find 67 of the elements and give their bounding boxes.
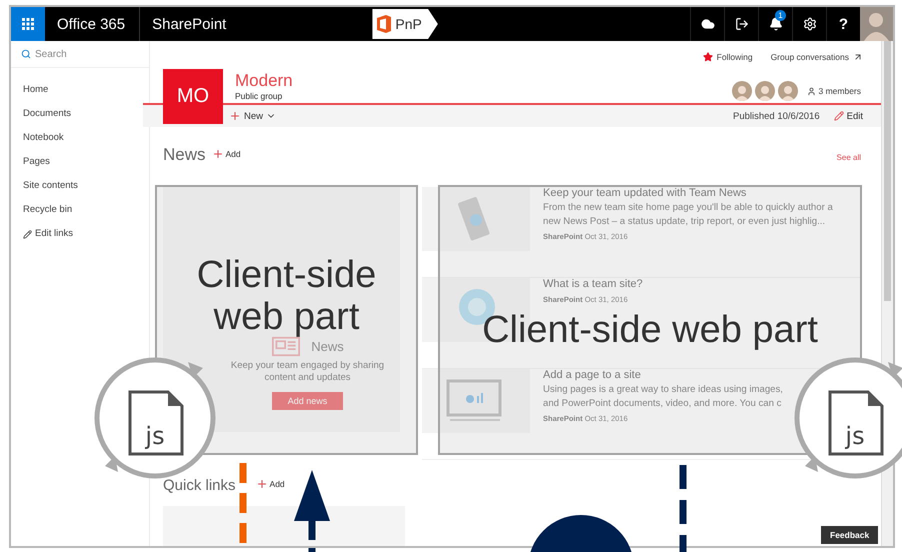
nav-link[interactable]: Site contents <box>23 179 137 193</box>
placeholder-text: Keep your team engaged by sharing content and updates <box>230 360 386 384</box>
see-all-link[interactable]: See all <box>836 153 861 162</box>
nav-link[interactable]: Recycle bin <box>23 203 137 217</box>
following-link[interactable]: Following <box>702 51 753 64</box>
plus-icon <box>229 110 241 122</box>
settings-icon <box>802 17 816 31</box>
section-title: Quick links <box>163 477 236 494</box>
news-title[interactable]: What is a team site? <box>543 278 643 290</box>
nav-link[interactable]: Documents <box>23 107 137 121</box>
app-launcher-button[interactable] <box>11 7 45 41</box>
site-logo: MO <box>163 69 223 124</box>
file-label: js <box>145 422 165 450</box>
quick-link-card[interactable] <box>163 506 405 546</box>
add-button[interactable]: Add <box>212 148 241 160</box>
nav-link[interactable]: Home <box>23 83 137 97</box>
member-avatar[interactable] <box>755 81 776 102</box>
plus-icon <box>256 478 268 490</box>
published-date: Published 10/6/2016 <box>732 110 820 122</box>
external-link-icon <box>853 52 863 62</box>
placeholder-title: News <box>311 339 344 354</box>
site-subtitle: Public group <box>235 91 284 102</box>
waffle-icon <box>22 18 34 30</box>
member-avatar[interactable] <box>732 81 752 102</box>
add-button[interactable]: Add <box>256 478 285 490</box>
news-description: new News Post – a status update, trip report, or even just highlig... <box>543 216 826 227</box>
site-title: Modern <box>235 71 293 92</box>
news-description: Using pages is a great way to share ideas using images, <box>543 384 783 395</box>
file-icon <box>828 390 884 456</box>
section-title: News <box>163 145 206 165</box>
pencil-icon <box>23 230 32 238</box>
nav-link[interactable]: Notebook <box>23 131 137 145</box>
logo-text: PnP <box>395 16 422 32</box>
member-avatar[interactable] <box>778 81 798 102</box>
person-icon <box>807 86 816 96</box>
search-icon <box>21 49 31 59</box>
nav-link[interactable]: Edit links <box>23 227 137 241</box>
conversations-link[interactable]: Group conversations <box>770 51 863 64</box>
bell-icon <box>768 17 782 31</box>
new-button[interactable]: New <box>229 110 276 122</box>
notification-count: 1 <box>775 10 786 21</box>
news-thumbnail[interactable] <box>422 187 530 251</box>
nav-link[interactable]: Pages <box>23 155 137 169</box>
cloud-icon <box>700 17 714 31</box>
star-icon <box>702 52 713 62</box>
app-name[interactable]: Office 365 <box>45 16 140 32</box>
file-icon <box>128 390 184 456</box>
scrollbar-thumb[interactable] <box>884 41 891 301</box>
product-name[interactable]: SharePoint <box>140 16 240 32</box>
exit-icon <box>734 17 748 31</box>
edit-button[interactable]: Edit <box>834 110 863 122</box>
file-label: js <box>845 422 865 450</box>
news-description: From the new team site home page you'll be able to quickly author a <box>543 202 833 213</box>
web-part-label: Client-side web part <box>196 255 378 339</box>
news-title[interactable]: Keep your team updated with Team News <box>543 187 833 199</box>
pencil-icon <box>834 111 844 122</box>
user-avatar[interactable] <box>860 7 893 41</box>
news-thumbnail[interactable] <box>422 369 530 433</box>
news-title[interactable]: Add a page to a site <box>543 369 783 381</box>
feedback-button[interactable]: Feedback <box>821 526 878 544</box>
news-description: and PowerPoint documents, video, and more. You can c <box>543 398 782 409</box>
notifications-button[interactable]: 1 <box>758 7 792 41</box>
web-part-label: Client-side web part <box>482 310 818 352</box>
members-link[interactable]: 3 members <box>807 86 861 96</box>
office-logo-icon <box>376 14 392 34</box>
newspaper-icon <box>271 336 302 357</box>
plus-icon <box>212 148 224 160</box>
